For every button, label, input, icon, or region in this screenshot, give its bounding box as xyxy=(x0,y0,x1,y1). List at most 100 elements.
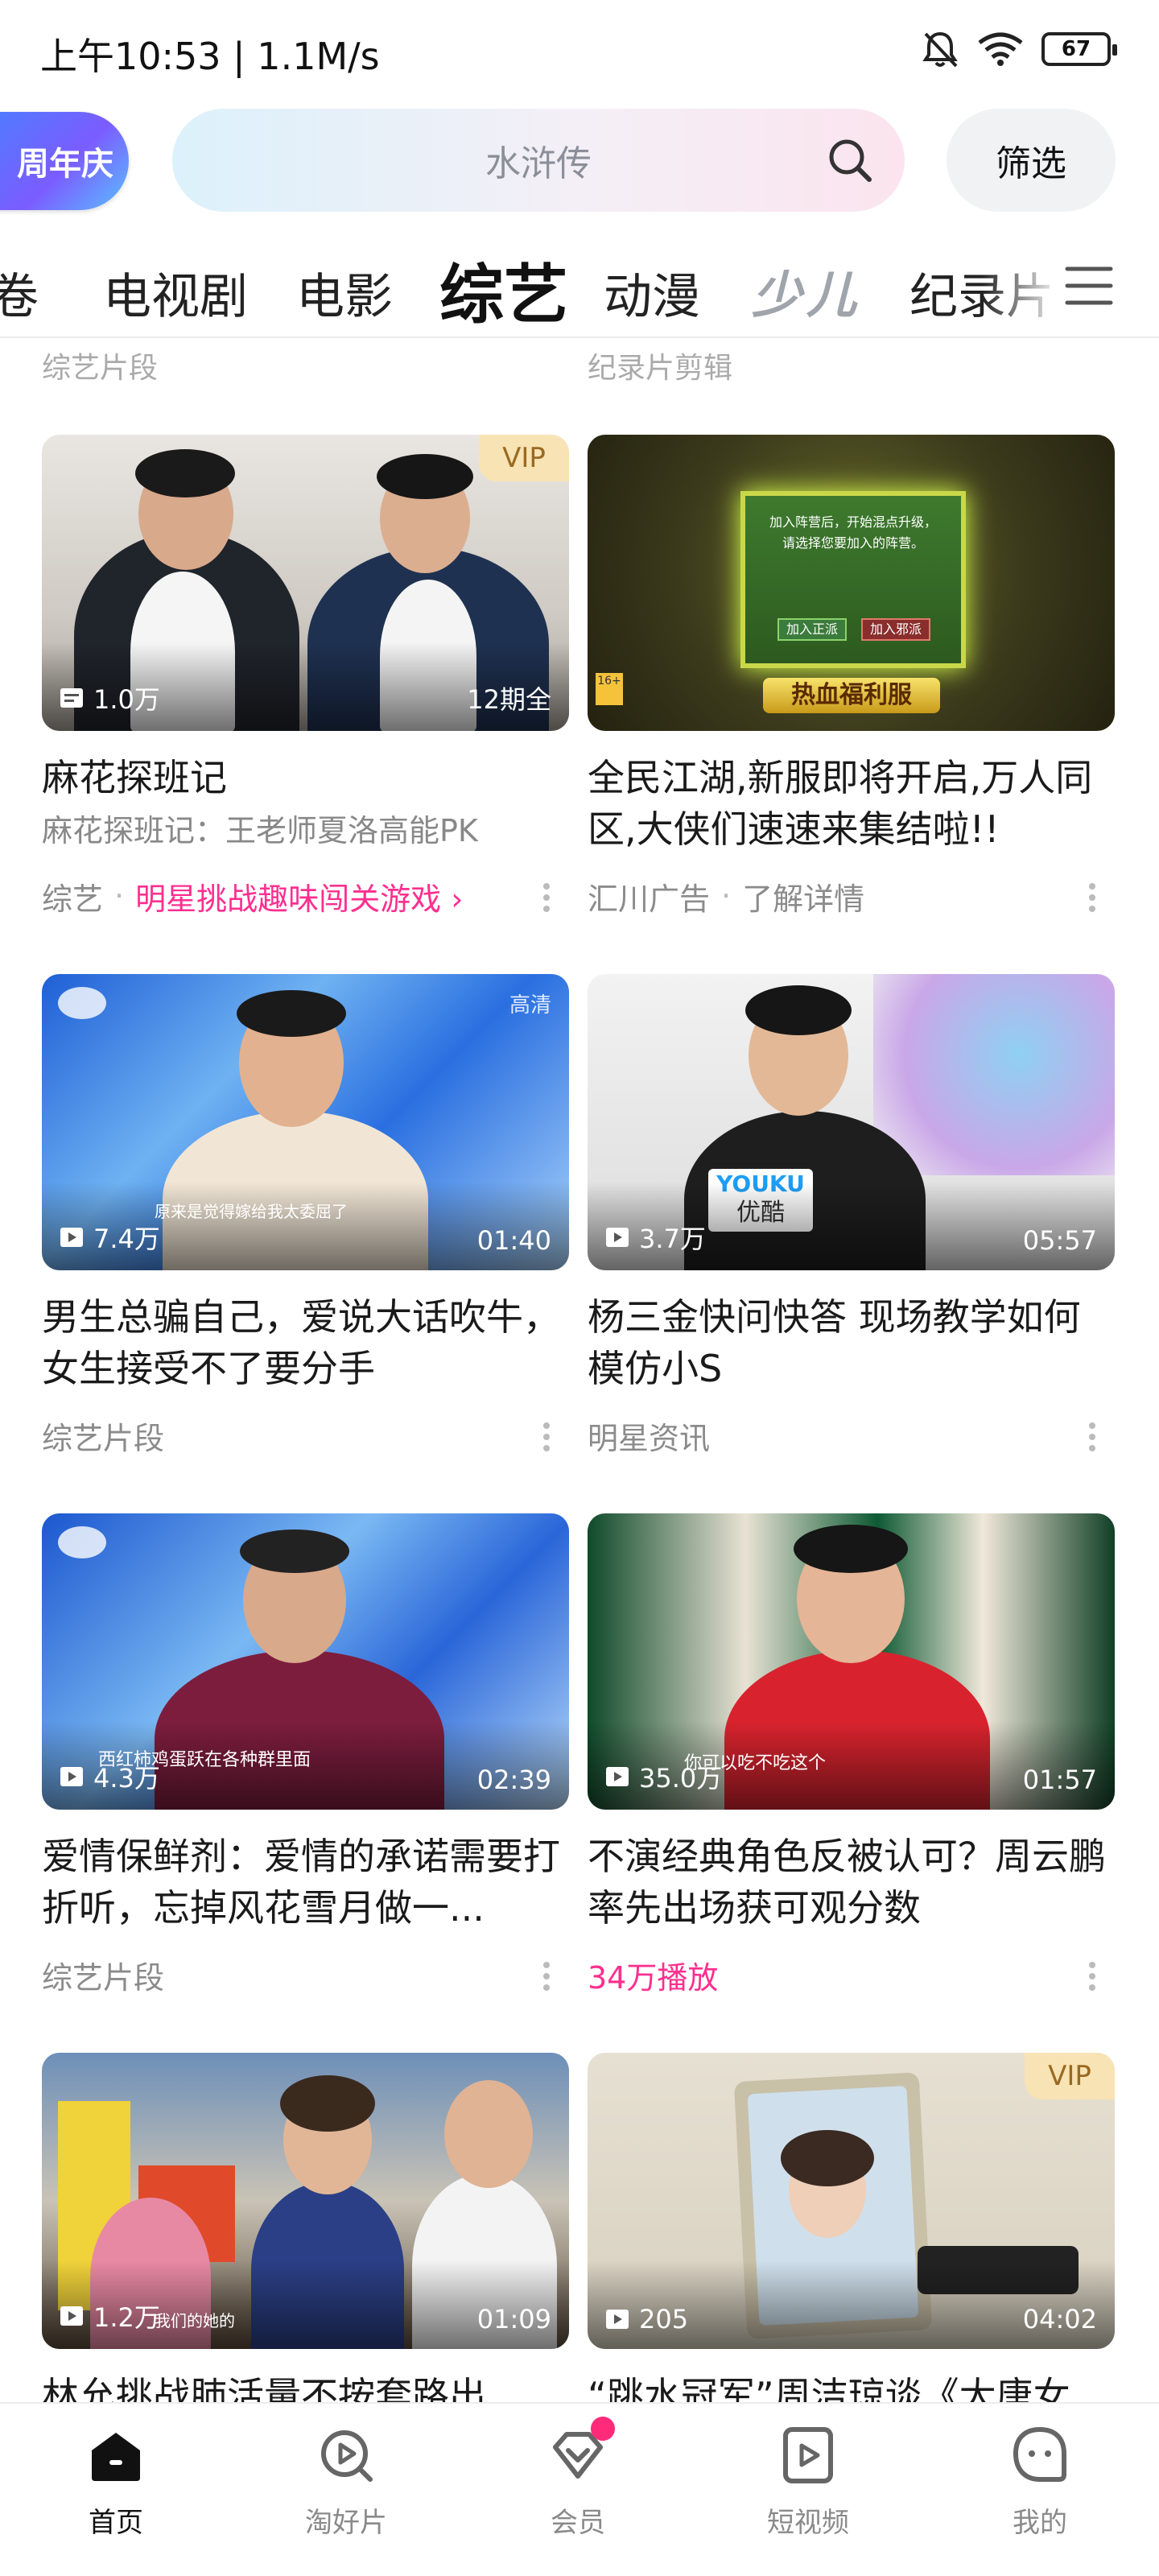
video-meta: 综艺片段 xyxy=(42,1955,569,1996)
play-icon xyxy=(60,2306,83,2326)
more-options-icon[interactable] xyxy=(1087,882,1097,913)
video-thumbnail[interactable]: 原来是觉得嫁给我太委屈了 高清 7.4万 01:40 xyxy=(42,974,569,1270)
video-title[interactable]: 爱情保鲜剂：爱情的承诺需要打折听，忘掉风花雪月做一... xyxy=(42,1831,569,1934)
more-options-icon[interactable] xyxy=(542,1422,551,1452)
category-tabs: 卷 电视剧 电影 综艺 动漫 少儿 纪录片 xyxy=(0,233,1159,338)
search-input[interactable]: 水浒传 xyxy=(172,109,905,212)
video-duration: 01:09 xyxy=(476,2304,551,2334)
home-icon xyxy=(92,2433,140,2481)
search-row: 周年庆 水浒传 筛选 xyxy=(0,109,1159,213)
age-rating-label: 16+ xyxy=(596,673,623,705)
ad-button-evil: 加入邪派 xyxy=(861,618,930,641)
view-count-text: 4.3万 xyxy=(93,1763,160,1794)
tab-variety[interactable]: 综艺 xyxy=(439,243,568,336)
play-icon xyxy=(606,2310,629,2329)
more-options-icon[interactable] xyxy=(1087,1961,1097,1992)
ad-title[interactable]: 全民江湖,新服即将开启,万人同区,大侠们速速来集结啦!! xyxy=(588,752,1115,855)
video-caption: 原来是觉得嫁给我太委屈了 xyxy=(155,1202,348,1221)
search-icon[interactable] xyxy=(826,136,874,184)
wifi-icon xyxy=(978,32,1023,66)
nav-discover[interactable]: 淘好片 xyxy=(266,2423,427,2540)
partial-card-meta-right: 纪录片剪辑 xyxy=(588,352,733,385)
video-card-boyfriend-lies[interactable]: 原来是觉得嫁给我太委屈了 高清 7.4万 01:40 男生总骗自己，爱说大话吹牛… xyxy=(42,974,569,1456)
partial-card-meta-left: 综艺片段 xyxy=(42,352,159,385)
nav-discover-label: 淘好片 xyxy=(305,2507,387,2539)
video-duration: 04:02 xyxy=(1022,2304,1097,2334)
hd-badge: 高清 xyxy=(509,993,551,1018)
meta-separator: · xyxy=(721,878,732,914)
view-count: 35.0万 xyxy=(605,1758,722,1795)
video-card-mahua[interactable]: VIP 1.0万 12期全 麻花探班记 麻花探班记：王老师夏洛高能PK 综艺 ·… xyxy=(42,435,569,919)
video-card-zhou-yunpeng[interactable]: 你可以吃不吃这个 35.0万 01:57 不演经典角色反被认可？周云鹏率先出场获… xyxy=(588,1513,1115,1996)
nav-vip-label: 会员 xyxy=(551,2507,605,2539)
nav-profile-label: 我的 xyxy=(1013,2507,1067,2539)
category-label: 明星资讯 xyxy=(588,1420,711,1456)
more-options-icon[interactable] xyxy=(1087,1422,1097,1452)
video-meta: 综艺 · 明星挑战趣味闯关游戏 › xyxy=(42,874,569,919)
anniversary-promo-badge[interactable]: 周年庆 xyxy=(0,112,129,210)
more-options-icon[interactable] xyxy=(542,882,551,913)
video-duration: 05:57 xyxy=(1022,1225,1097,1256)
video-meta: 34万播放 xyxy=(588,1955,1115,1996)
more-options-icon[interactable] xyxy=(542,1961,551,1992)
nav-home-label: 首页 xyxy=(89,2507,143,2539)
nav-vip[interactable]: 会员 xyxy=(497,2417,658,2540)
video-thumbnail[interactable]: 西红柿鸡蛋跃在各种群里面 4.3万 02:39 xyxy=(42,1513,569,1810)
play-icon xyxy=(606,1767,629,1786)
view-count-text: 205 xyxy=(639,2304,689,2334)
notification-dot xyxy=(591,2417,615,2441)
video-card-yang-sanjin[interactable]: YOUKU 优酷 3.7万 05:57 杨三金快问快答 现场教学如何模仿小S 明… xyxy=(588,974,1115,1456)
ad-thumbnail[interactable]: 加入阵营后，开始混点升级，请选择您要加入的阵营。 加入正派 加入邪派 热血福利服… xyxy=(588,435,1115,731)
tab-anime[interactable]: 动漫 xyxy=(604,258,700,328)
play-icon xyxy=(60,1767,83,1786)
category-label: 综艺片段 xyxy=(42,1959,165,1996)
filter-button[interactable]: 筛选 xyxy=(947,109,1116,212)
video-duration: 02:39 xyxy=(476,1765,551,1795)
view-count: 1.0万 xyxy=(60,679,160,716)
video-title[interactable]: 男生总骗自己，爱说大话吹牛，女生接受不了要分手 xyxy=(42,1291,569,1394)
video-title[interactable]: 杨三金快问快答 现场教学如何模仿小S xyxy=(588,1291,1115,1394)
mute-bell-icon xyxy=(922,31,958,68)
video-subtitle: 麻花探班记：王老师夏洛高能PK xyxy=(42,813,478,848)
video-card-love-promise[interactable]: 西红柿鸡蛋跃在各种群里面 4.3万 02:39 爱情保鲜剂：爱情的承诺需要打折听… xyxy=(42,1513,569,1996)
topic-link[interactable]: 明星挑战趣味闯关游戏 › xyxy=(135,874,463,919)
category-label: 综艺片段 xyxy=(42,1420,165,1456)
discover-icon xyxy=(321,2430,373,2482)
video-thumbnail[interactable]: 我们的她的 1.2万 01:09 xyxy=(42,2053,569,2349)
video-duration: 01:57 xyxy=(1022,1765,1097,1795)
status-icons: 67 xyxy=(921,29,1117,69)
view-count: 4.3万 xyxy=(60,1758,160,1795)
vip-badge: VIP xyxy=(1025,2053,1115,2099)
view-count-text: 1.0万 xyxy=(93,684,160,715)
ad-dialog-text: 加入阵营后，开始混点升级，请选择您要加入的阵营。 xyxy=(769,514,937,551)
ad-source-label: 汇川广告 xyxy=(588,881,711,917)
tab-kids[interactable]: 少儿 xyxy=(752,254,861,327)
ad-details-link[interactable]: 了解详情 xyxy=(742,874,864,919)
tab-movies[interactable]: 电影 xyxy=(296,258,393,328)
view-count: 7.4万 xyxy=(60,1219,160,1256)
nav-profile[interactable]: 我的 xyxy=(959,2423,1120,2540)
status-bar: 上午10:53 | 1.1M/s 67 xyxy=(0,0,1159,105)
search-placeholder: 水浒传 xyxy=(485,143,592,184)
short-video-icon xyxy=(783,2427,833,2483)
play-count-label: 34万播放 xyxy=(588,1959,719,1996)
video-thumbnail[interactable]: VIP 205 04:02 xyxy=(588,2053,1115,2349)
tab-tv-series[interactable]: 电视剧 xyxy=(103,258,248,328)
video-thumbnail[interactable]: YOUKU 优酷 3.7万 05:57 xyxy=(588,974,1115,1270)
video-meta: 明星资讯 xyxy=(588,1415,1115,1456)
play-icon xyxy=(606,1228,629,1247)
view-count-text: 3.7万 xyxy=(639,1224,706,1254)
nav-short-video[interactable]: 短视频 xyxy=(728,2423,889,2540)
ad-card-game[interactable]: 加入阵营后，开始混点升级，请选择您要加入的阵营。 加入正派 加入邪派 热血福利服… xyxy=(588,435,1115,919)
vip-badge: VIP xyxy=(479,435,569,481)
tab-partial-left[interactable]: 卷 xyxy=(0,258,39,328)
nav-home[interactable]: 首页 xyxy=(35,2423,196,2540)
view-count: 1.2万 xyxy=(60,2297,160,2334)
ad-banner: 热血福利服 xyxy=(763,678,940,713)
video-title[interactable]: 不演经典角色反被认可？周云鹏率先出场获可观分数 xyxy=(588,1831,1115,1934)
episode-list-icon xyxy=(60,688,83,708)
video-thumbnail[interactable]: 你可以吃不吃这个 35.0万 01:57 xyxy=(588,1513,1115,1810)
video-thumbnail[interactable]: VIP 1.0万 12期全 xyxy=(42,435,569,731)
menu-icon[interactable] xyxy=(1064,262,1114,309)
category-label: 综艺 xyxy=(42,881,104,917)
